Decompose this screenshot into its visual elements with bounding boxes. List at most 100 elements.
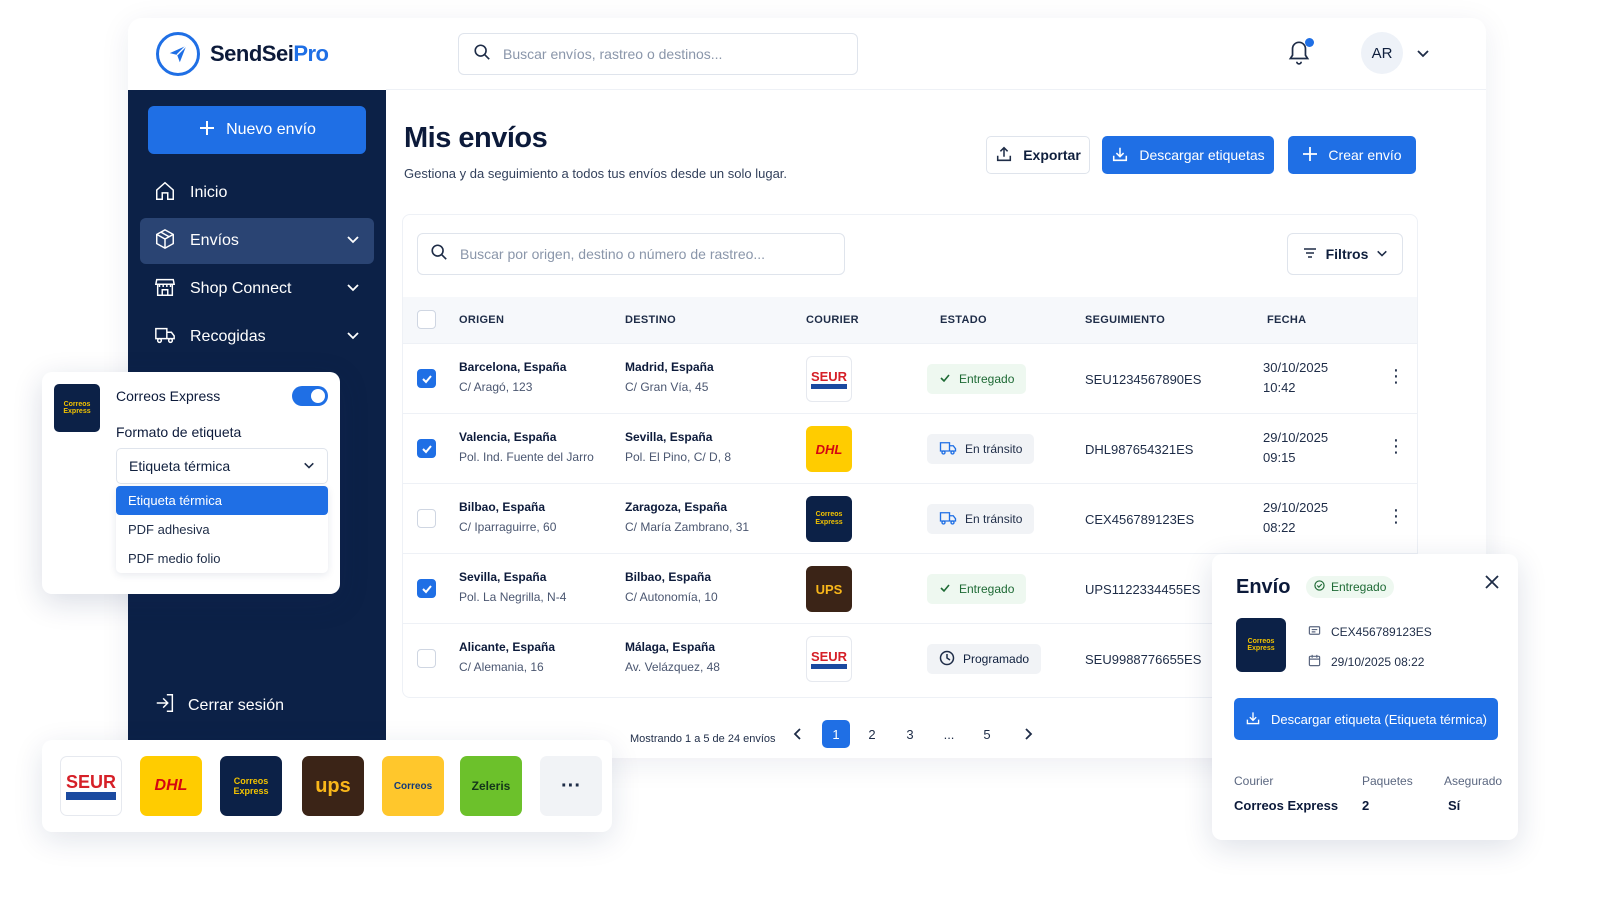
label-format-select[interactable]: Etiqueta térmica — [116, 448, 328, 484]
chevron-down-icon — [346, 280, 360, 299]
row-checkbox[interactable] — [417, 649, 436, 668]
correos-express-logo: Correos Express — [54, 384, 100, 432]
download-labels-label: Descargar etiquetas — [1139, 147, 1265, 163]
create-shipment-button[interactable]: Crear envío — [1288, 136, 1416, 174]
download-label-button[interactable]: Descargar etiqueta (Etiqueta térmica) — [1234, 698, 1498, 740]
avatar[interactable]: AR — [1361, 32, 1403, 74]
chevron-down-icon[interactable] — [1416, 46, 1430, 65]
page-subtitle: Gestiona y da seguimiento a todos tus en… — [404, 166, 788, 181]
status-badge: Entregado — [927, 574, 1027, 604]
chevron-down-icon — [303, 458, 315, 474]
table-row[interactable]: Valencia, España Pol. Ind. Fuente del Jar… — [403, 413, 1417, 483]
row-checkbox[interactable] — [417, 509, 436, 528]
table-row[interactable]: Barcelona, España C/ Aragó, 123 Madrid, E… — [403, 343, 1417, 413]
page-button-1[interactable]: 1 — [822, 720, 850, 748]
avatar-initials: AR — [1371, 44, 1393, 62]
courier-label: Courier — [1234, 774, 1274, 788]
page-button-2[interactable]: 2 — [858, 720, 886, 748]
sidebar-item-recogidas[interactable]: Recogidas — [140, 314, 374, 360]
destination-city: Málaga, España — [625, 640, 716, 654]
origin-address: Pol. La Negrilla, N-4 — [459, 590, 567, 604]
header-courier[interactable]: COURIER — [806, 314, 859, 326]
destination-address: C/ María Zambrano, 31 — [625, 520, 750, 534]
ups-logo: UPS — [806, 566, 852, 612]
truck-icon — [154, 324, 176, 351]
export-button[interactable]: Exportar — [986, 136, 1090, 174]
global-search-input[interactable] — [503, 46, 843, 62]
filters-button[interactable]: Filtros — [1287, 233, 1403, 275]
sidebar-item-inicio[interactable]: Inicio — [140, 170, 374, 216]
table-row[interactable]: Bilbao, España C/ Iparraguirre, 60 Zarago… — [403, 483, 1417, 553]
tracking-number[interactable]: CEX456789123ES — [1085, 512, 1194, 527]
format-options: Etiqueta térmica PDF adhesiva PDF medio … — [116, 486, 328, 573]
page-button-3[interactable]: 3 — [896, 720, 924, 748]
header-destination[interactable]: DESTINO — [625, 314, 676, 326]
row-checkbox[interactable] — [417, 369, 436, 388]
origin-city: Sevilla, España — [459, 570, 547, 584]
destination-city: Zaragoza, España — [625, 500, 728, 514]
plus-icon — [1302, 146, 1318, 165]
brand-name: SendSeiPro — [210, 41, 329, 66]
header-tracking[interactable]: SEGUIMIENTO — [1085, 314, 1165, 326]
destination-city: Sevilla, España — [625, 430, 713, 444]
search-icon — [430, 243, 448, 266]
header-origin[interactable]: ORIGEN — [459, 314, 504, 326]
format-option[interactable]: Etiqueta térmica — [116, 486, 328, 515]
seur-logo[interactable]: SEUR — [60, 756, 122, 816]
correos-logo[interactable]: Correos — [382, 756, 444, 816]
download-icon — [1245, 710, 1261, 729]
origin-city: Bilbao, España — [459, 500, 546, 514]
logout-button[interactable]: Cerrar sesión — [154, 692, 284, 719]
correos-express-logo: Correos Express — [1236, 618, 1286, 672]
zeleris-logo[interactable]: Zeleris — [460, 756, 522, 816]
ups-logo[interactable]: ups — [302, 756, 364, 816]
close-icon[interactable] — [1484, 574, 1500, 595]
tracking-number[interactable]: SEU9988776655ES — [1085, 652, 1201, 667]
prev-page-button[interactable] — [784, 720, 812, 748]
tracking-number[interactable]: SEU1234567890ES — [1085, 372, 1201, 387]
download-labels-button[interactable]: Descargar etiquetas — [1102, 136, 1274, 174]
origin-city: Barcelona, España — [459, 360, 567, 374]
plus-icon — [198, 119, 216, 142]
origin-city: Valencia, España — [459, 430, 557, 444]
page-button-5[interactable]: 5 — [973, 720, 1001, 748]
detail-datetime: 29/10/2025 08:22 — [1308, 654, 1424, 670]
origin-city: Alicante, España — [459, 640, 556, 654]
status-badge: Entregado — [1306, 576, 1395, 598]
sidebar-item-label: Shop Connect — [190, 280, 292, 297]
select-all-checkbox[interactable] — [417, 310, 436, 329]
row-menu-icon[interactable]: ⋮ — [1387, 366, 1405, 387]
row-menu-icon[interactable]: ⋮ — [1387, 506, 1405, 527]
row-menu-icon[interactable]: ⋮ — [1387, 436, 1405, 457]
table-search[interactable] — [417, 233, 845, 275]
table-search-input[interactable] — [460, 246, 832, 262]
format-option[interactable]: PDF medio folio — [116, 544, 328, 573]
status-badge: En tránsito — [927, 504, 1035, 534]
new-shipment-button[interactable]: Nuevo envío — [148, 106, 366, 154]
chevron-down-icon — [346, 232, 360, 251]
brand-logo[interactable]: SendSeiPro — [128, 18, 386, 90]
top-bar: AR — [386, 18, 1486, 90]
filters-label: Filtros — [1325, 246, 1369, 262]
format-option[interactable]: PDF adhesiva — [116, 515, 328, 544]
tracking-number[interactable]: DHL987654321ES — [1085, 442, 1193, 457]
logout-label: Cerrar sesión — [188, 696, 285, 714]
sidebar-item-envios[interactable]: Envíos — [140, 218, 374, 264]
next-page-button[interactable] — [1014, 720, 1042, 748]
courier-toggle[interactable] — [292, 386, 328, 406]
header-status[interactable]: ESTADO — [940, 314, 987, 326]
more-couriers-button[interactable]: ··· — [540, 756, 602, 816]
header-date[interactable]: FECHA — [1267, 314, 1306, 326]
calendar-icon — [1308, 654, 1321, 670]
notifications-button[interactable] — [1286, 38, 1316, 68]
global-search[interactable] — [458, 33, 858, 75]
correos-express-logo[interactable]: Correos Express — [220, 756, 282, 816]
tracking-number[interactable]: UPS1122334455ES — [1085, 582, 1200, 597]
row-checkbox[interactable] — [417, 439, 436, 458]
sidebar-item-label: Recogidas — [190, 328, 266, 345]
check-icon — [939, 582, 951, 597]
sidebar-item-shop-connect[interactable]: Shop Connect — [140, 266, 374, 312]
dhl-logo[interactable]: DHL — [140, 756, 202, 816]
bell-icon — [1286, 41, 1312, 70]
row-checkbox[interactable] — [417, 579, 436, 598]
